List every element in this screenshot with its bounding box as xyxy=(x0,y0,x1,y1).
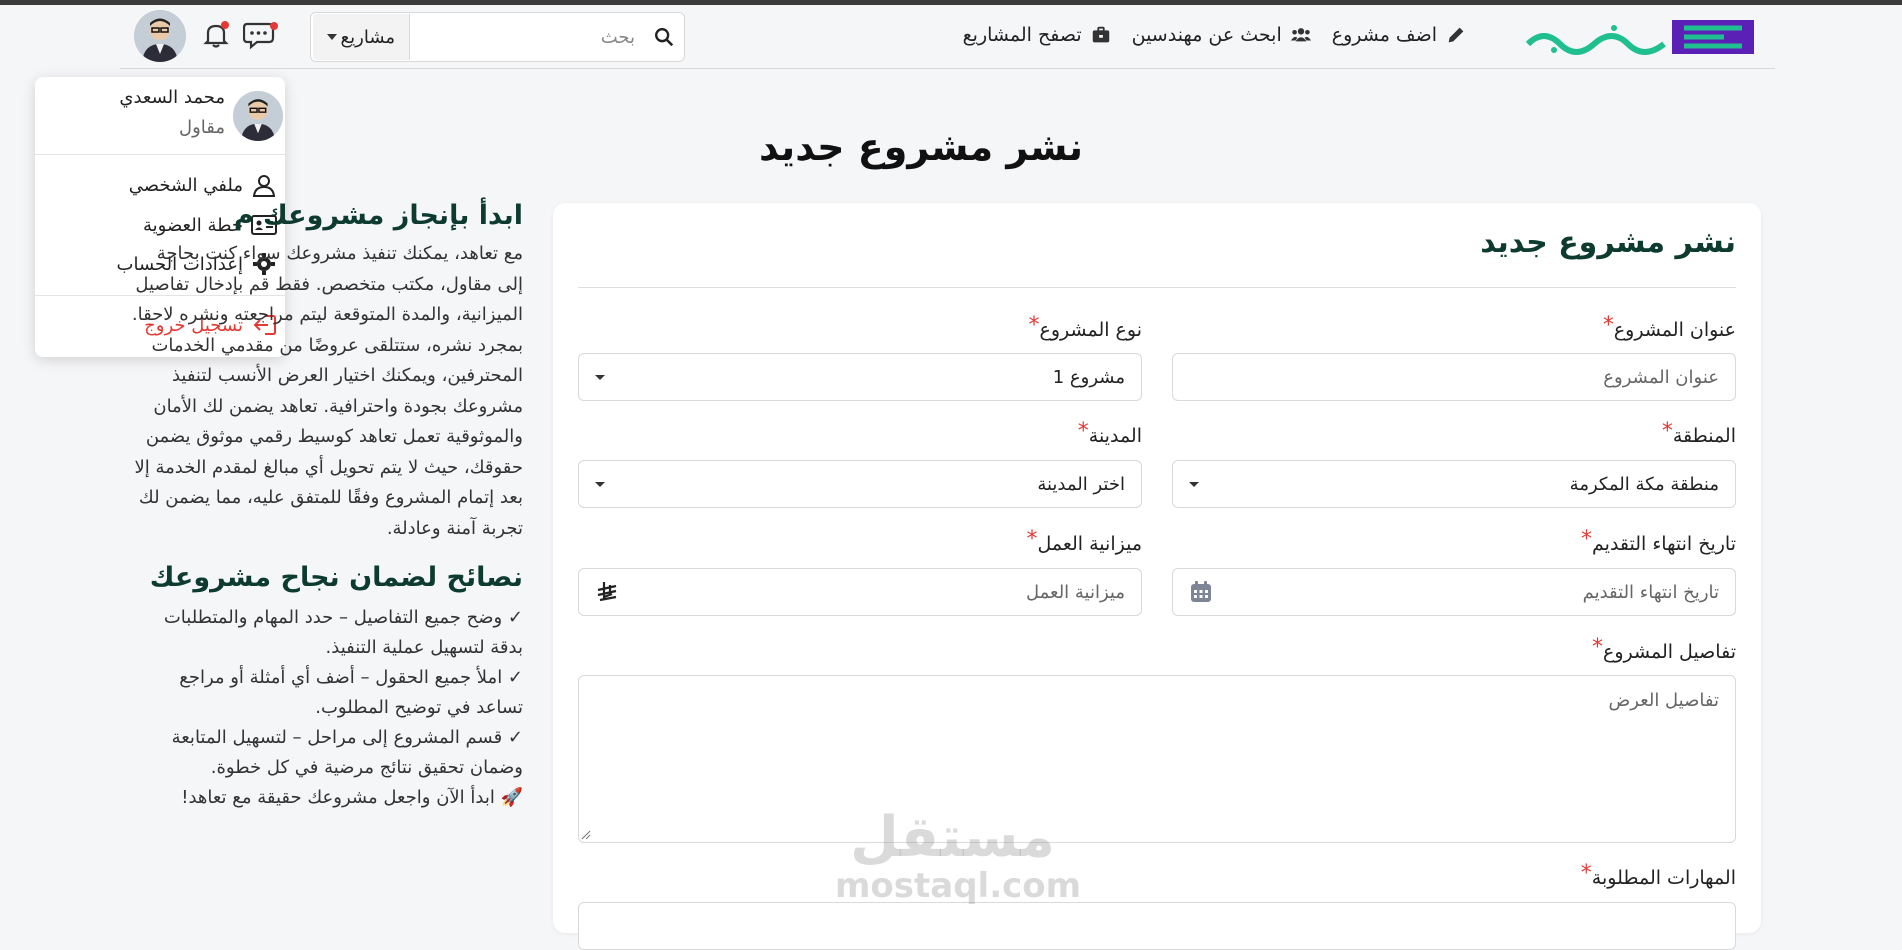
tip-item: 🚀 ابدأ الآن واجعل مشروعك حقيقة مع تعاهد! xyxy=(181,787,523,808)
details-textarea[interactable]: تفاصيل العرض xyxy=(578,675,1736,843)
tip-item: ✓ وضح جميع التفاصيل – حدد المهام والمتطل… xyxy=(163,607,523,658)
tips-title: نصائح لضمان نجاح مشروعك xyxy=(149,562,523,593)
budget-field xyxy=(578,568,1142,616)
menu-item-profile-label: ملفي الشخصي xyxy=(128,174,243,196)
project-title-field xyxy=(1172,353,1736,401)
nav-add-project[interactable]: اضف مشروع xyxy=(1332,24,1467,46)
nav-browse-projects-label: تصفح المشاريع xyxy=(962,24,1082,46)
required-mark: * xyxy=(1026,527,1038,552)
skills-field[interactable] xyxy=(578,902,1736,950)
search-button[interactable] xyxy=(643,13,684,61)
avatar[interactable] xyxy=(134,10,186,62)
notifications-button[interactable] xyxy=(202,20,230,50)
required-mark: * xyxy=(1602,313,1614,338)
search-input[interactable] xyxy=(410,13,644,61)
watermark-english: mostaql.com xyxy=(835,866,1082,906)
messages-dot xyxy=(270,22,278,30)
details-label: تفاصيل المشروع* xyxy=(1592,635,1736,663)
page-title: نشر مشروع جديد xyxy=(758,125,1083,169)
city-value: اختر المدينة xyxy=(1037,473,1125,495)
info-title: ابدأ بإنجاز مشروعك م xyxy=(233,200,523,231)
tip-item: ✓ قسم المشروع إلى مراحل – لتسهيل المتابع… xyxy=(171,727,523,778)
project-type-value: مشروع 1 xyxy=(1052,366,1125,388)
project-type-select[interactable]: مشروع 1 xyxy=(578,353,1142,401)
required-mark: * xyxy=(1028,313,1040,338)
search-scope-select[interactable]: مشاريع xyxy=(313,14,411,60)
project-title-input[interactable] xyxy=(1189,354,1719,400)
form-title-divider xyxy=(578,287,1736,288)
city-label-text: المدينة xyxy=(1088,425,1142,447)
region-value: منطقة مكة المكرمة xyxy=(1569,473,1719,495)
nav-find-engineers-label: ابحث عن مهندسين xyxy=(1131,24,1282,46)
deadline-input[interactable] xyxy=(1213,569,1719,615)
nav-links: اضف مشروع ابحث عن مهندسين تصفح المشاريع xyxy=(963,24,1467,46)
navbar: اضف مشروع ابحث عن مهندسين تصفح المشاريع xyxy=(0,10,1902,64)
form-title: نشر مشروع جديد xyxy=(1480,225,1736,260)
details-label-text: تفاصيل المشروع xyxy=(1603,641,1736,663)
deadline-field xyxy=(1172,568,1736,616)
watermark: مستقل mostaql.com xyxy=(835,805,1082,906)
required-mark: * xyxy=(1592,635,1604,660)
calendar-icon[interactable] xyxy=(1189,580,1213,604)
avatar-image xyxy=(134,10,186,62)
user-role: مقاول xyxy=(178,117,225,138)
nav-find-engineers[interactable]: ابحث عن مهندسين xyxy=(1132,24,1312,46)
info-sidebar: ابدأ بإنجاز مشروعك م مع تعاهد، يمكنك تنف… xyxy=(130,200,523,813)
info-body: مع تعاهد، يمكنك تنفيذ مشروعك سواء كنت بح… xyxy=(131,243,523,539)
chevron-down-icon xyxy=(595,481,605,487)
search-icon xyxy=(654,28,673,47)
project-form-card: نشر مشروع جديد عنوان المشروع* نوع المشرو… xyxy=(553,203,1761,950)
page: اضف مشروع ابحث عن مهندسين تصفح المشاريع xyxy=(0,0,1902,950)
resize-handle-icon[interactable] xyxy=(581,830,591,840)
required-mark: * xyxy=(1661,419,1673,444)
brand-logo[interactable] xyxy=(1524,18,1754,56)
skills-label-text: المهارات المطلوبة xyxy=(1591,867,1736,889)
budget-label-text: ميزانية العمل xyxy=(1037,533,1142,555)
tip-item: ✓ املأ جميع الحقول – أضف أي أمثلة أو مرا… xyxy=(179,667,523,718)
search-scope-value: مشاريع xyxy=(340,26,396,48)
riyal-currency-icon xyxy=(597,582,617,602)
project-title-label-text: عنوان المشروع xyxy=(1613,319,1736,341)
nav-browse-projects[interactable]: تصفح المشاريع xyxy=(963,24,1112,46)
search-bar: مشاريع xyxy=(310,12,685,62)
user-icon xyxy=(252,175,276,197)
required-mark: * xyxy=(1581,527,1593,552)
chevron-down-icon xyxy=(1189,481,1199,487)
user-menu-header: محمد السعدي مقاول xyxy=(35,77,285,155)
user-menu-avatar xyxy=(233,91,283,141)
users-icon xyxy=(1290,28,1311,42)
watermark-arabic: مستقل xyxy=(850,805,1055,870)
project-type-label: نوع المشروع* xyxy=(1029,313,1142,341)
city-label: المدينة* xyxy=(1078,419,1142,447)
avatar-image xyxy=(233,91,283,141)
required-mark: * xyxy=(1580,861,1592,886)
chevron-down-icon xyxy=(327,34,337,40)
briefcase-icon xyxy=(1092,26,1109,43)
required-mark: * xyxy=(1077,419,1089,444)
deadline-label: تاريخ انتهاء التقديم* xyxy=(1581,527,1736,555)
skills-label: المهارات المطلوبة* xyxy=(1581,861,1736,889)
deadline-label-text: تاريخ انتهاء التقديم xyxy=(1592,533,1736,555)
pencil-icon xyxy=(1448,27,1464,43)
messages-button[interactable] xyxy=(242,20,278,50)
budget-input[interactable] xyxy=(619,569,1125,615)
region-label-text: المنطقة xyxy=(1672,425,1736,447)
chevron-down-icon xyxy=(595,374,605,380)
budget-label: ميزانية العمل* xyxy=(1026,527,1142,555)
project-title-label: عنوان المشروع* xyxy=(1603,313,1736,341)
user-name: محمد السعدي xyxy=(119,87,225,108)
region-label: المنطقة* xyxy=(1662,419,1736,447)
menu-item-profile[interactable]: ملفي الشخصي xyxy=(129,173,277,197)
region-select[interactable]: منطقة مكة المكرمة xyxy=(1172,460,1736,508)
nav-add-project-label: اضف مشروع xyxy=(1331,24,1437,46)
details-placeholder: تفاصيل العرض xyxy=(1608,690,1719,711)
project-type-label-text: نوع المشروع xyxy=(1039,319,1142,341)
notifications-dot xyxy=(221,21,229,29)
navbar-divider xyxy=(120,68,1775,69)
city-select[interactable]: اختر المدينة xyxy=(578,460,1142,508)
